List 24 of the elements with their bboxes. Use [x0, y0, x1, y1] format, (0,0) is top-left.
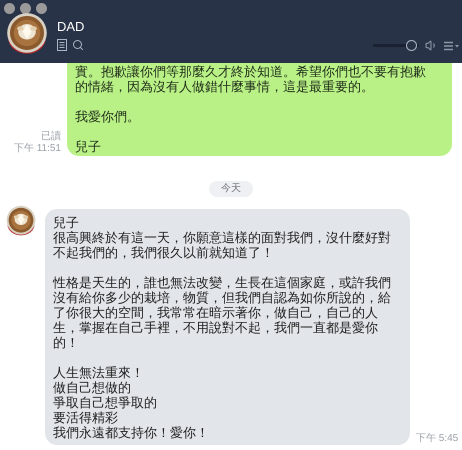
- message-text: 人生無法重來！: [53, 365, 145, 380]
- message-time: 下午 11:51: [14, 143, 61, 155]
- message-text: 實。抱歉讓你們等那麼久才終於知道。希望你們也不要有抱歉的情緒，因為沒有人做錯什麼事情，這是最重要的。: [75, 64, 427, 94]
- message-time: 下午 5:45: [416, 433, 458, 445]
- search-icon[interactable]: [72, 39, 84, 51]
- message-text: 很高興終於有這一天，你願意這樣的面對我們，沒什麼好對不起我們的，我們很久以前就知道了！: [53, 230, 392, 260]
- message-text: 我愛你們。: [75, 109, 141, 124]
- message-text: 兒子: [75, 139, 102, 154]
- speaker-icon[interactable]: [425, 39, 438, 52]
- window-control-icon[interactable]: [20, 3, 31, 14]
- menu-icon[interactable]: [444, 40, 459, 50]
- window-control-icon[interactable]: [36, 3, 47, 14]
- date-label: 今天: [209, 181, 253, 197]
- message-text: 要活得精彩: [53, 410, 119, 425]
- chat-title: DAD: [57, 19, 84, 35]
- message-text: 我們永遠都支持你！愛你！: [53, 425, 210, 440]
- notes-icon[interactable]: [57, 39, 67, 51]
- message-text: 兒子: [53, 215, 80, 230]
- message-text: 做自己想做的: [53, 380, 132, 395]
- window-control-icon[interactable]: [4, 3, 15, 14]
- message-text: 爭取自己想爭取的: [53, 395, 158, 410]
- volume-slider[interactable]: [373, 40, 419, 52]
- read-receipt: 已讀: [41, 131, 61, 143]
- message-text: 性格是天生的，誰也無法改變，生長在這個家庭，或許我們沒有給你多少的栽培，物質，但我們自認為如你所說的，給了你很大的空間，我常常在暗示著你，做自己，自己的人生，掌握在自己手裡，不用說對不起，我們一直都是愛你的！: [53, 275, 392, 350]
